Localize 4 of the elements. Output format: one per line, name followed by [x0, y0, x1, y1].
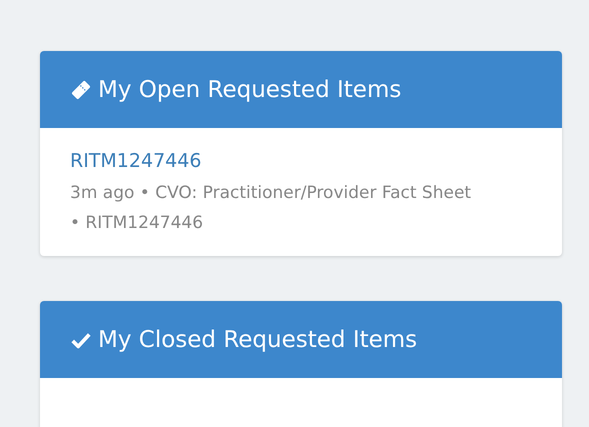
panel-title: My Open Requested Items — [98, 76, 402, 102]
request-link[interactable]: RITM1247446 — [70, 150, 202, 172]
request-details: 3m ago • CVO: Practitioner/Provider Fact Sheet • RITM1247446 — [70, 182, 472, 235]
panel-title: My Closed Requested Items — [98, 326, 418, 352]
